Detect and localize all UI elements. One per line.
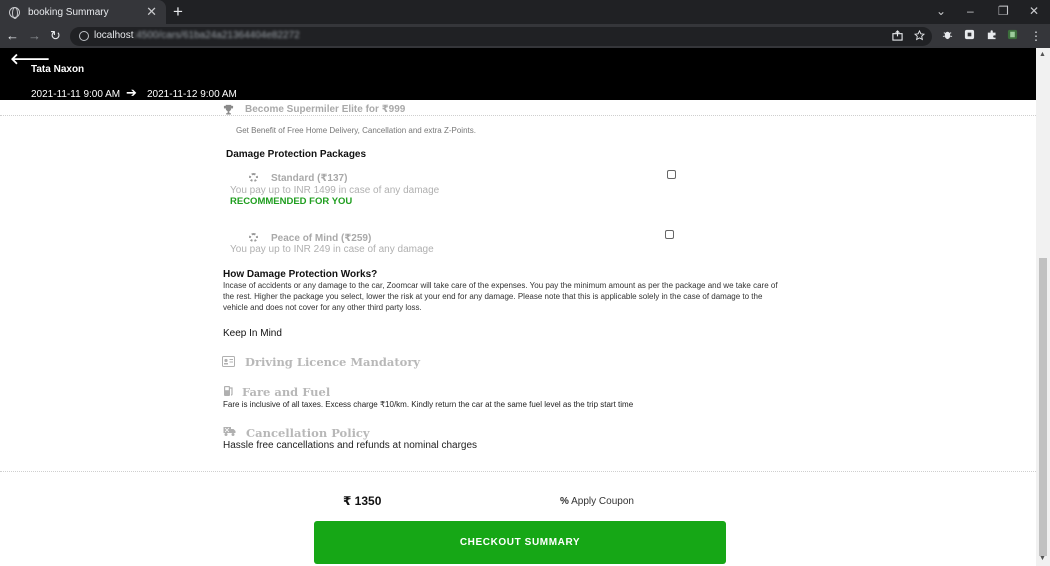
package-standard-checkbox[interactable] [667,170,676,179]
fare-fuel-title: Fare and Fuel [242,385,331,399]
close-window-button[interactable]: ✕ [1029,3,1039,19]
licence-card-icon [222,356,235,367]
minimize-button[interactable]: – [967,3,974,19]
browser-tab-bar: booking Summary ✕ + ⌄ – ❐ ✕ [0,0,1050,24]
package-badge-icon [249,173,258,182]
supermiler-title: Become Supermiler Elite for ₹999 [245,104,406,115]
percent-icon: % [560,496,569,507]
section-divider [0,115,1036,116]
address-bar[interactable]: localhost:4500/cars/61ba24a21364404e8227… [70,27,932,46]
share-icon[interactable] [892,30,903,41]
package-peace-name: Peace of Mind (₹259) [271,233,372,244]
forward-button[interactable]: → [28,28,41,44]
scroll-down-icon[interactable]: ▼ [1039,555,1046,562]
how-it-works-text: the rest. Higher the package you select,… [223,292,763,301]
checkout-summary-button[interactable]: CHECKOUT SUMMARY [314,521,726,564]
total-price: ₹ 1350 [343,494,382,508]
car-name: Tata Naxon [31,64,85,75]
booking-header: 🡐 Tata Naxon 2021-11-11 9:00 AM ➔ 2021-1… [0,48,1036,100]
cancellation-policy-description: Hassle free cancellations and refunds at… [223,440,478,451]
scrollbar-thumb[interactable] [1039,258,1047,556]
fare-fuel-description: Fare is inclusive of all taxes. Excess c… [223,400,634,409]
how-it-works-text: vehicle and does not cover for any other… [223,303,422,312]
extension-box-icon[interactable] [964,29,975,40]
package-badge-icon [249,233,258,242]
browser-tab[interactable]: booking Summary ✕ [0,0,166,24]
close-tab-icon[interactable]: ✕ [146,4,157,20]
browser-toolbar: ← → ↻ localhost:4500/cars/61ba24a2136440… [0,24,1050,48]
section-divider [0,471,1036,472]
cancellation-policy-title: Cancellation Policy [246,426,370,440]
tab-title: booking Summary [28,6,109,18]
driving-licence-title: Driving Licence Mandatory [245,355,421,369]
tab-search-icon[interactable]: ⌄ [936,3,946,19]
start-datetime: 2021-11-11 9:00 AM [31,89,121,100]
package-standard-name: Standard (₹137) [271,173,348,184]
globe-icon [9,6,20,19]
keep-in-mind-heading: Keep In Mind [223,328,282,339]
supermiler-description: Get Benefit of Free Home Delivery, Cance… [236,126,476,135]
end-datetime: 2021-11-12 9:00 AM [147,89,237,100]
profile-avatar-icon[interactable] [1007,29,1018,40]
trophy-icon [223,104,234,115]
damage-protection-heading: Damage Protection Packages [226,149,367,160]
recommended-tag: RECOMMENDED FOR YOU [230,196,353,207]
reload-button[interactable]: ↻ [50,28,61,44]
info-icon[interactable] [79,31,89,41]
extensions-puzzle-icon[interactable] [986,29,997,40]
kebab-menu-icon[interactable]: ⋮ [1030,28,1042,44]
maximize-button[interactable]: ❐ [998,3,1009,19]
new-tab-button[interactable]: + [173,2,183,22]
arrow-right-icon: ➔ [126,85,137,100]
back-button[interactable]: ← [6,28,19,44]
bookmark-star-icon[interactable] [914,30,925,41]
how-it-works-heading: How Damage Protection Works? [223,269,378,280]
extension-bug-icon[interactable] [942,29,953,40]
apply-coupon-link[interactable]: % Apply Coupon [560,496,634,507]
how-it-works-text: Incase of accidents or any damage to the… [223,281,778,290]
cancellation-truck-icon [223,427,236,436]
package-standard-description: You pay up to INR 1499 in case of any da… [230,185,440,196]
fuel-pump-icon [224,386,233,396]
package-peace-description: You pay up to INR 249 in case of any dam… [230,244,434,255]
page-scrollbar[interactable]: ▲ ▼ [1036,48,1050,566]
url-text: localhost:4500/cars/61ba24a21364404e8227… [94,30,300,41]
scroll-up-icon[interactable]: ▲ [1039,51,1046,58]
package-peace-checkbox[interactable] [665,230,674,239]
